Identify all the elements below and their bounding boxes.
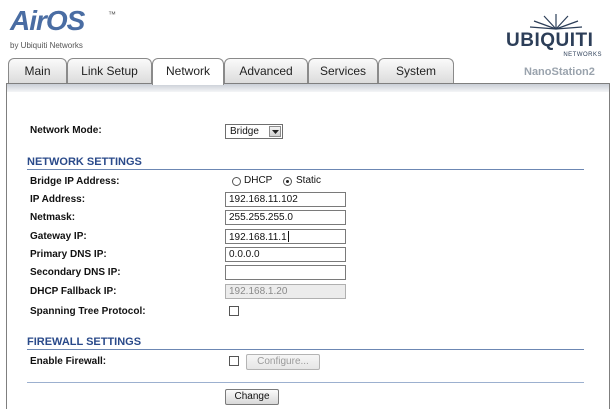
logo-trademark: ™ (108, 10, 116, 19)
dhcp-radio-label: DHCP (244, 175, 273, 186)
network-mode-value: Bridge (230, 126, 259, 137)
tab-bar: Main Link Setup Network Advanced Service… (6, 58, 456, 85)
logo-byline: by Ubiquiti Networks (10, 41, 83, 50)
dhcp-fallback-label: DHCP Fallback IP: (30, 286, 117, 297)
ip-address-label: IP Address: (30, 194, 86, 205)
netmask-input[interactable]: 255.255.255.0 (225, 210, 346, 225)
static-radio[interactable] (283, 177, 292, 186)
bottom-divider (27, 382, 584, 383)
device-name: NanoStation2 (524, 66, 595, 78)
ubiquiti-brand: UBIQUITI NETWORKS (506, 12, 606, 60)
brand-name: UBIQUITI (506, 30, 594, 51)
enable-firewall-label: Enable Firewall: (30, 356, 107, 367)
network-mode-label: Network Mode: (30, 125, 102, 136)
netmask-label: Netmask: (30, 212, 76, 223)
tab-network[interactable]: Network (152, 58, 224, 85)
ubiquiti-antenna-icon (529, 14, 583, 30)
static-radio-label: Static (296, 175, 322, 186)
netmask-value: 255.255.255.0 (229, 212, 293, 223)
airos-logo-text: AirOS (10, 5, 85, 36)
dropdown-arrow-icon[interactable] (269, 126, 281, 137)
spanning-tree-checkbox[interactable] (229, 306, 239, 316)
panel-top-band (7, 84, 609, 92)
enable-firewall-checkbox[interactable] (229, 356, 239, 366)
gateway-ip-input[interactable]: 192.168.11.1 (225, 229, 346, 244)
primary-dns-input[interactable]: 0.0.0.0 (225, 247, 346, 262)
airos-logo: AirOS ™ by Ubiquiti Networks (10, 5, 130, 53)
tab-main[interactable]: Main (8, 58, 67, 83)
firewall-settings-title: FIREWALL SETTINGS (27, 336, 142, 348)
network-settings-divider (27, 169, 584, 170)
gateway-ip-label: Gateway IP: (30, 231, 87, 242)
network-settings-title: NETWORK SETTINGS (27, 156, 142, 168)
dhcp-fallback-input: 192.168.1.20 (225, 284, 346, 299)
network-mode-select[interactable]: Bridge (225, 124, 283, 139)
tab-services[interactable]: Services (308, 58, 378, 83)
text-caret (287, 231, 289, 242)
tab-advanced[interactable]: Advanced (224, 58, 308, 83)
tab-system[interactable]: System (378, 58, 454, 83)
brand-subtitle: NETWORKS (563, 52, 602, 58)
spanning-tree-label: Spanning Tree Protocol: (30, 306, 146, 317)
change-button[interactable]: Change (225, 389, 279, 405)
firewall-settings-divider (27, 349, 584, 350)
secondary-dns-input[interactable] (225, 265, 346, 280)
network-settings-panel: Network Mode: Bridge NETWORK SETTINGS Br… (6, 83, 610, 409)
primary-dns-value: 0.0.0.0 (229, 249, 260, 260)
configure-button[interactable]: Configure... (246, 354, 320, 370)
bridge-ip-label: Bridge IP Address: (30, 176, 120, 187)
dhcp-radio[interactable] (232, 177, 241, 186)
dhcp-fallback-value: 192.168.1.20 (229, 286, 288, 297)
gateway-ip-value: 192.168.11.1 (229, 232, 287, 243)
ip-address-value: 192.168.11.102 (229, 194, 298, 205)
secondary-dns-label: Secondary DNS IP: (30, 267, 121, 278)
tab-link-setup[interactable]: Link Setup (67, 58, 152, 83)
primary-dns-label: Primary DNS IP: (30, 249, 107, 260)
ip-address-input[interactable]: 192.168.11.102 (225, 192, 346, 207)
